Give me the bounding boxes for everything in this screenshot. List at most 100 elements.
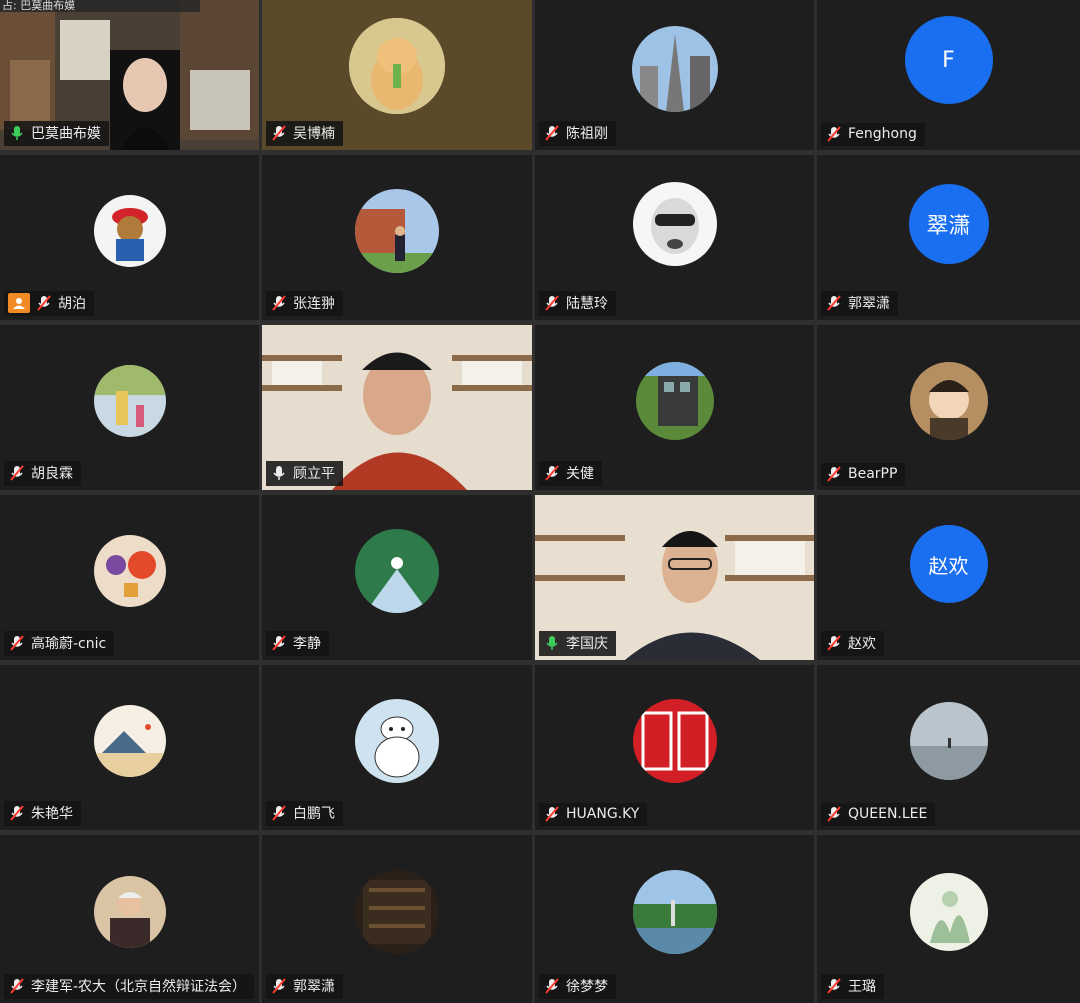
participant-tile[interactable]: 胡泊 — [0, 155, 262, 325]
microphone-muted-icon — [545, 295, 559, 311]
window-top-label: 占: 巴莫曲布嫫 — [0, 0, 200, 12]
participant-tile[interactable]: 朱艳华 — [0, 665, 262, 835]
participant-tile[interactable]: 白鹏飞 — [262, 665, 535, 835]
microphone-muted-icon — [272, 295, 286, 311]
participant-name-tag: 白鹏飞 — [266, 801, 343, 826]
participant-letter-avatar: 翠潇 — [908, 184, 989, 265]
participant-name: 朱艳华 — [31, 806, 73, 822]
microphone-on-icon — [11, 126, 23, 140]
microphone-muted-icon — [545, 978, 559, 994]
participant-tile[interactable]: QUEEN.LEE — [817, 665, 1080, 835]
participant-tile[interactable]: 王璐 — [817, 835, 1080, 1003]
participant-tile[interactable]: BearPP — [817, 325, 1080, 495]
participant-tile[interactable]: 李建军-农大（北京自然辩证法会） — [0, 835, 262, 1003]
participant-name: BearPP — [848, 466, 898, 482]
participant-name-tag: 李静 — [266, 631, 329, 656]
participant-avatar — [349, 18, 445, 114]
participant-name-tag: BearPP — [821, 463, 906, 486]
participant-tile[interactable]: 陆慧玲 — [535, 155, 817, 325]
participant-avatar — [355, 528, 439, 613]
participant-name: 关健 — [566, 466, 594, 482]
microphone-muted-icon — [827, 466, 841, 482]
participant-avatar — [635, 361, 714, 440]
microphone-muted-icon — [10, 805, 24, 821]
microphone-muted-icon — [827, 126, 841, 142]
microphone-muted-icon — [545, 465, 559, 481]
microphone-muted-icon — [37, 295, 51, 311]
microphone-muted-icon — [272, 978, 286, 994]
participant-tile[interactable]: 陈祖刚 — [535, 0, 817, 155]
participant-name: 胡良霖 — [31, 466, 73, 482]
participant-tile[interactable]: 徐梦梦 — [535, 835, 817, 1003]
microphone-muted-icon — [827, 295, 841, 311]
microphone-muted-icon — [272, 125, 286, 141]
participant-avatar — [909, 361, 988, 440]
participant-name: QUEEN.LEE — [848, 806, 928, 822]
participant-name-tag: 顾立平 — [266, 461, 343, 486]
video-grid: 巴莫曲布嫫 占: 巴莫曲布嫫 吴博楠 陈祖刚 F Fenghong 胡泊 张连翀… — [0, 0, 1080, 1003]
participant-name: 李国庆 — [566, 636, 608, 652]
participant-name: 吴博楠 — [293, 126, 335, 142]
participant-name-tag: 关健 — [539, 461, 602, 486]
participant-tile[interactable]: 顾立平 — [262, 325, 535, 495]
participant-name: 陈祖刚 — [566, 126, 608, 142]
participant-avatar — [632, 182, 717, 267]
participant-letter-avatar: 赵欢 — [909, 525, 988, 604]
participant-tile[interactable]: F Fenghong — [817, 0, 1080, 155]
participant-name-tag: 胡泊 — [4, 291, 94, 316]
participant-name-tag: 徐梦梦 — [539, 974, 616, 999]
participant-avatar — [93, 876, 166, 949]
participant-avatar — [632, 698, 717, 783]
participant-tile[interactable]: 巴莫曲布嫫 占: 巴莫曲布嫫 — [0, 0, 262, 155]
participant-name-tag: 吴博楠 — [266, 121, 343, 146]
microphone-muted-icon — [10, 635, 24, 651]
participant-name: 赵欢 — [848, 636, 876, 652]
participant-tile[interactable]: 吴博楠 — [262, 0, 535, 155]
participant-name-tag: HUANG.KY — [539, 803, 648, 826]
participant-avatar — [93, 534, 166, 607]
participant-avatar — [909, 873, 988, 952]
participant-tile[interactable]: 赵欢 赵欢 — [817, 495, 1080, 665]
participant-letter-avatar: F — [904, 16, 993, 104]
participant-tile[interactable]: 李国庆 — [535, 495, 817, 665]
participant-tile[interactable]: 翠潇 郭翠潇 — [817, 155, 1080, 325]
participant-avatar — [355, 870, 439, 955]
participant-name-tag: QUEEN.LEE — [821, 803, 936, 826]
participant-name: 徐梦梦 — [566, 979, 608, 995]
microphone-muted-icon — [272, 805, 286, 821]
participant-name-tag: 郭翠潇 — [266, 974, 343, 999]
participant-name-tag: 高瑜蔚-cnic — [4, 631, 115, 656]
microphone-muted-icon — [827, 635, 841, 651]
participant-name: 王璐 — [848, 979, 876, 995]
participant-name-tag: 陆慧玲 — [539, 291, 616, 316]
participant-name-tag: 王璐 — [821, 974, 884, 999]
participant-name: 郭翠潇 — [293, 979, 335, 995]
participant-avatar — [631, 26, 718, 112]
microphone-muted-icon — [10, 465, 24, 481]
participant-tile[interactable]: 李静 — [262, 495, 535, 665]
host-icon — [8, 293, 30, 313]
participant-tile[interactable]: 关健 — [535, 325, 817, 495]
participant-name: 胡泊 — [58, 296, 86, 312]
participant-name-tag: 巴莫曲布嫫 — [4, 121, 109, 146]
participant-avatar — [909, 701, 988, 780]
microphone-muted-icon — [545, 125, 559, 141]
participant-tile[interactable]: 张连翀 — [262, 155, 535, 325]
participant-name-tag: 郭翠潇 — [821, 291, 898, 316]
microphone-on-icon — [546, 636, 558, 650]
participant-name: Fenghong — [848, 126, 917, 142]
participant-name: 顾立平 — [293, 466, 335, 482]
participant-name-tag: 张连翀 — [266, 291, 343, 316]
participant-name-tag: 李国庆 — [539, 631, 616, 656]
participant-name: 张连翀 — [293, 296, 335, 312]
participant-tile[interactable]: 郭翠潇 — [262, 835, 535, 1003]
participant-avatar — [93, 194, 166, 267]
participant-name: 陆慧玲 — [566, 296, 608, 312]
participant-tile[interactable]: HUANG.KY — [535, 665, 817, 835]
participant-name: 郭翠潇 — [848, 296, 890, 312]
participant-tile[interactable]: 胡良霖 — [0, 325, 262, 495]
participant-tile[interactable]: 高瑜蔚-cnic — [0, 495, 262, 665]
participant-name-tag: 李建军-农大（北京自然辩证法会） — [4, 974, 255, 999]
participant-name: 白鹏飞 — [293, 806, 335, 822]
participant-avatar — [355, 188, 439, 273]
